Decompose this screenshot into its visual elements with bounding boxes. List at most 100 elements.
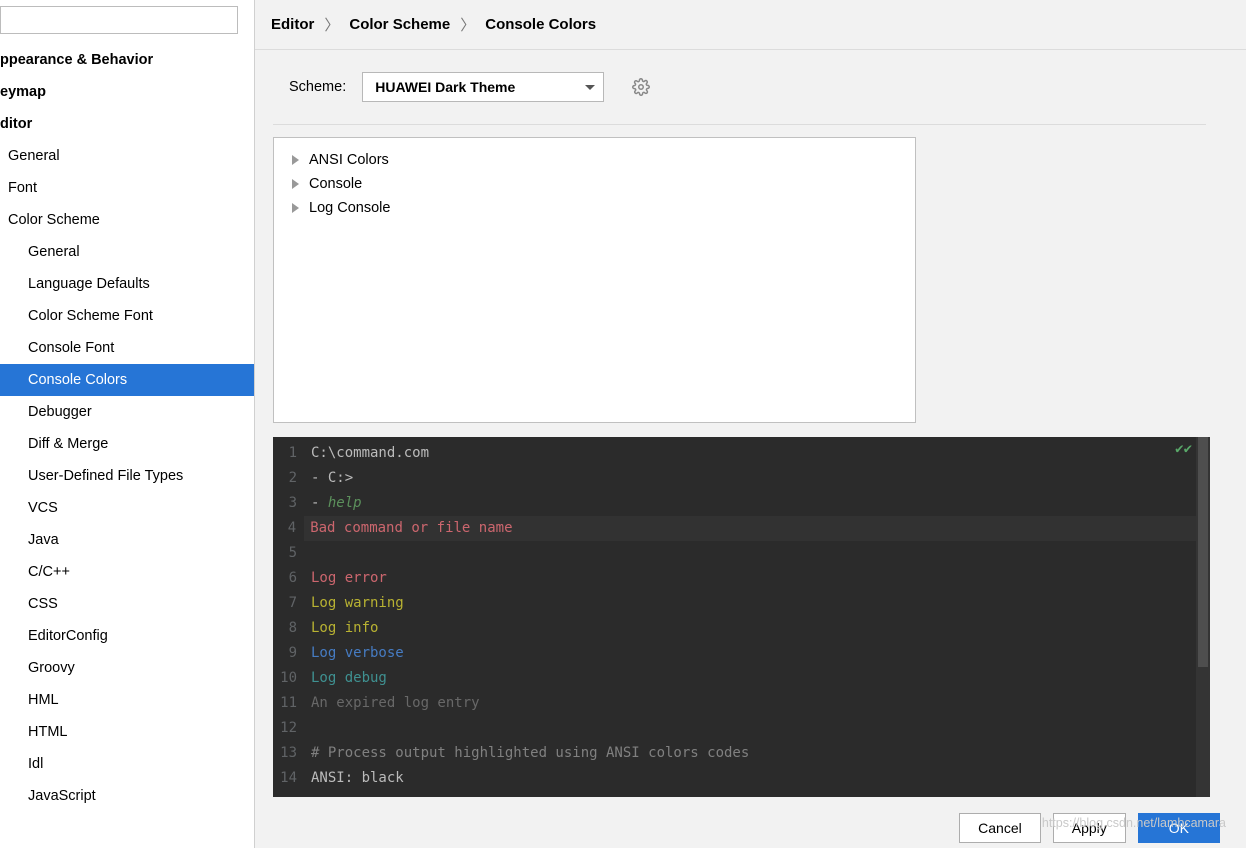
line-number: 5 xyxy=(273,541,305,566)
check-icon: ✔✔ xyxy=(1175,441,1192,457)
option-ansi-colors[interactable]: ANSI Colors xyxy=(292,148,897,172)
line-number: 2 xyxy=(273,466,305,491)
code-line[interactable]: 13# Process output highlighted using ANS… xyxy=(273,741,1210,766)
breadcrumb-separator: 〉 xyxy=(460,14,475,35)
sidebar-item-language-defaults[interactable]: Language Defaults xyxy=(0,268,254,300)
scheme-dropdown[interactable]: HUAWEI Dark Theme xyxy=(362,72,604,102)
line-text: Log verbose xyxy=(305,641,404,666)
line-number: 13 xyxy=(273,741,305,766)
line-number: 9 xyxy=(273,641,305,666)
line-number: 7 xyxy=(273,591,305,616)
line-text: Bad command or file name xyxy=(304,516,1210,541)
sidebar-item-ppearance-behavior[interactable]: ppearance & Behavior xyxy=(0,44,254,76)
sidebar-item-user-defined-file-types[interactable]: User-Defined File Types xyxy=(0,460,254,492)
option-label: Log Console xyxy=(309,200,390,216)
sidebar-item-ditor[interactable]: ditor xyxy=(0,108,254,140)
line-text: - help xyxy=(305,491,362,516)
line-text: Log info xyxy=(305,616,378,641)
line-number: 4 xyxy=(273,516,304,541)
breadcrumb-item[interactable]: Color Scheme xyxy=(349,16,450,33)
code-line[interactable]: 1C:\command.com xyxy=(273,441,1210,466)
option-label: ANSI Colors xyxy=(309,152,389,168)
line-text xyxy=(305,541,311,566)
breadcrumb-separator: 〉 xyxy=(324,14,339,35)
line-number: 1 xyxy=(273,441,305,466)
code-line[interactable]: 8Log info xyxy=(273,616,1210,641)
settings-sidebar: ppearance & BehavioreymapditorGeneralFon… xyxy=(0,0,255,848)
line-text: C:\command.com xyxy=(305,441,429,466)
code-line[interactable]: 4Bad command or file name xyxy=(273,516,1210,541)
line-number: 3 xyxy=(273,491,305,516)
code-line[interactable]: 12 xyxy=(273,716,1210,741)
sidebar-item-javascript[interactable]: JavaScript xyxy=(0,780,254,812)
breadcrumb-item[interactable]: Editor xyxy=(271,16,314,33)
scheme-label: Scheme: xyxy=(289,79,346,95)
gear-icon[interactable] xyxy=(632,78,650,96)
sidebar-item-html[interactable]: HTML xyxy=(0,716,254,748)
dialog-footer: Cancel Apply OK xyxy=(959,808,1220,848)
line-number: 10 xyxy=(273,666,305,691)
sidebar-item-editorconfig[interactable]: EditorConfig xyxy=(0,620,254,652)
expand-icon xyxy=(292,179,299,189)
preview-scrollbar[interactable] xyxy=(1196,437,1210,797)
sidebar-item-general[interactable]: General xyxy=(0,236,254,268)
sidebar-item-c-c-[interactable]: C/C++ xyxy=(0,556,254,588)
scheme-row: Scheme: HUAWEI Dark Theme xyxy=(273,50,1206,125)
apply-button[interactable]: Apply xyxy=(1053,813,1126,843)
option-log-console[interactable]: Log Console xyxy=(292,196,897,220)
sidebar-item-eymap[interactable]: eymap xyxy=(0,76,254,108)
line-number: 14 xyxy=(273,766,305,791)
breadcrumb: Editor 〉 Color Scheme 〉 Console Colors xyxy=(255,0,1246,50)
sidebar-item-groovy[interactable]: Groovy xyxy=(0,652,254,684)
code-line[interactable]: 11An expired log entry xyxy=(273,691,1210,716)
line-text xyxy=(305,716,311,741)
sidebar-item-vcs[interactable]: VCS xyxy=(0,492,254,524)
ok-button[interactable]: OK xyxy=(1138,813,1220,843)
code-line[interactable]: 10Log debug xyxy=(273,666,1210,691)
sidebar-nav[interactable]: ppearance & BehavioreymapditorGeneralFon… xyxy=(0,44,254,848)
line-text: ANSI: black xyxy=(305,766,404,791)
sidebar-item-diff-merge[interactable]: Diff & Merge xyxy=(0,428,254,460)
code-line[interactable]: 2- C:> xyxy=(273,466,1210,491)
line-text: Log error xyxy=(305,566,387,591)
sidebar-item-idl[interactable]: Idl xyxy=(0,748,254,780)
code-line[interactable]: 14ANSI: black xyxy=(273,766,1210,791)
line-text: Log debug xyxy=(305,666,387,691)
code-line[interactable]: 7Log warning xyxy=(273,591,1210,616)
line-text: Log warning xyxy=(305,591,404,616)
line-number: 11 xyxy=(273,691,305,716)
search-input[interactable] xyxy=(0,6,238,34)
main-panel: Editor 〉 Color Scheme 〉 Console Colors S… xyxy=(255,0,1246,848)
option-console[interactable]: Console xyxy=(292,172,897,196)
option-label: Console xyxy=(309,176,362,192)
sidebar-item-java[interactable]: Java xyxy=(0,524,254,556)
sidebar-item-console-font[interactable]: Console Font xyxy=(0,332,254,364)
line-text: An expired log entry xyxy=(305,691,480,716)
line-text: - C:> xyxy=(305,466,353,491)
sidebar-item-debugger[interactable]: Debugger xyxy=(0,396,254,428)
sidebar-item-color-scheme[interactable]: Color Scheme xyxy=(0,204,254,236)
line-text: # Process output highlighted using ANSI … xyxy=(305,741,749,766)
expand-icon xyxy=(292,203,299,213)
color-options-tree[interactable]: ANSI Colors Console Log Console xyxy=(273,137,916,423)
line-number: 8 xyxy=(273,616,305,641)
breadcrumb-item[interactable]: Console Colors xyxy=(485,16,596,33)
sidebar-item-general[interactable]: General xyxy=(0,140,254,172)
sidebar-item-console-colors[interactable]: Console Colors xyxy=(0,364,254,396)
sidebar-item-hml[interactable]: HML xyxy=(0,684,254,716)
expand-icon xyxy=(292,155,299,165)
cancel-button[interactable]: Cancel xyxy=(959,813,1041,843)
code-line[interactable]: 6Log error xyxy=(273,566,1210,591)
scheme-value: HUAWEI Dark Theme xyxy=(375,79,515,95)
console-preview[interactable]: ✔✔ 1C:\command.com2- C:>3- help4Bad comm… xyxy=(273,437,1210,797)
line-number: 6 xyxy=(273,566,305,591)
sidebar-item-font[interactable]: Font xyxy=(0,172,254,204)
code-line[interactable]: 3- help xyxy=(273,491,1210,516)
sidebar-item-color-scheme-font[interactable]: Color Scheme Font xyxy=(0,300,254,332)
chevron-down-icon xyxy=(585,85,595,90)
code-line[interactable]: 5 xyxy=(273,541,1210,566)
code-line[interactable]: 9Log verbose xyxy=(273,641,1210,666)
line-number: 12 xyxy=(273,716,305,741)
scrollbar-thumb[interactable] xyxy=(1198,437,1208,667)
sidebar-item-css[interactable]: CSS xyxy=(0,588,254,620)
